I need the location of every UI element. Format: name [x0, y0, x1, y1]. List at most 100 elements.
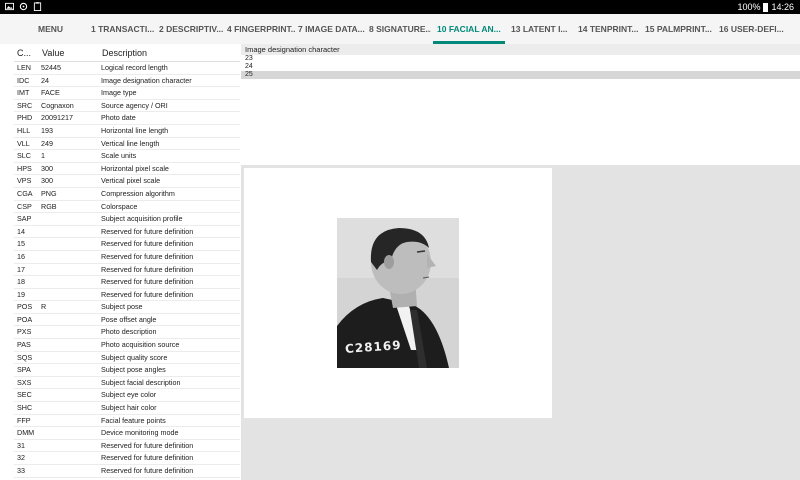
- table-row[interactable]: VPS 300 Vertical pixel scale: [14, 175, 240, 188]
- tab-descriptive[interactable]: 2 DESCRIPTIV...: [159, 14, 225, 44]
- field-value: PNG: [41, 188, 57, 198]
- value-list-item[interactable]: 24: [241, 63, 800, 71]
- system-status: 100% 14:26: [737, 2, 794, 12]
- table-row[interactable]: IDC 24 Image designation character: [14, 75, 240, 88]
- clock: 14:26: [771, 2, 794, 12]
- tab-signature[interactable]: 8 SIGNATURE...: [369, 14, 431, 44]
- column-header-value[interactable]: Value: [38, 44, 98, 61]
- sync-notification-icon: [19, 2, 28, 11]
- table-row[interactable]: IMT FACE Image type: [14, 87, 240, 100]
- tab-palmprint[interactable]: 15 PALMPRINT...: [645, 14, 713, 44]
- field-value: [38, 264, 98, 276]
- photo-card: C28169: [244, 168, 552, 418]
- table-row[interactable]: 17 Reserved for future definition: [14, 264, 240, 277]
- field-description: Compression algorithm: [101, 188, 175, 198]
- field-value: [38, 415, 98, 427]
- tab-transaction[interactable]: 1 TRANSACTI...: [91, 14, 157, 44]
- tab-latent-image[interactable]: 13 LATENT I...: [511, 14, 569, 44]
- field-code: VLL: [17, 138, 30, 148]
- table-row[interactable]: HLL 193 Horizontal line length: [14, 125, 240, 138]
- table-row[interactable]: POA Pose offset angle: [14, 314, 240, 327]
- field-description: Colorspace: [101, 201, 138, 211]
- field-code: HLL: [17, 125, 31, 135]
- table-row[interactable]: PHD 20091217 Photo date: [14, 112, 240, 125]
- field-value: 24: [41, 75, 49, 85]
- field-code: 15: [17, 239, 25, 249]
- field-code: PAS: [17, 340, 31, 350]
- table-row[interactable]: SAP Subject acquisition profile: [14, 213, 240, 226]
- value-list-item[interactable]: 23: [241, 55, 800, 63]
- field-code: 17: [17, 264, 25, 274]
- field-description: Photo acquisition source: [101, 340, 180, 350]
- record-tab-bar: MENU 1 TRANSACTI... 2 DESCRIPTIV... 4 FI…: [0, 14, 800, 44]
- field-value: [38, 402, 98, 414]
- table-row[interactable]: HPS 300 Horizontal pixel scale: [14, 163, 240, 176]
- field-code: PHD: [17, 113, 33, 123]
- field-description: Device monitoring mode: [101, 428, 179, 438]
- field-value: [38, 326, 98, 338]
- table-row[interactable]: SHC Subject hair color: [14, 402, 240, 415]
- field-value: [38, 465, 98, 477]
- field-code: SAP: [17, 214, 32, 224]
- table-row[interactable]: SEC Subject eye color: [14, 389, 240, 403]
- field-description: Image designation character: [101, 75, 192, 85]
- table-row[interactable]: 32 Reserved for future definition: [14, 452, 240, 465]
- table-row[interactable]: CGA PNG Compression algorithm: [14, 188, 240, 201]
- field-code: 16: [17, 251, 25, 261]
- tab-fingerprint[interactable]: 4 FINGERPRINT...: [227, 14, 296, 44]
- table-row[interactable]: LEN 52445 Logical record length: [14, 62, 240, 75]
- table-row[interactable]: SQS Subject quality score: [14, 352, 240, 365]
- field-value: [38, 452, 98, 464]
- image-notification-icon: [5, 2, 14, 11]
- value-list-item[interactable]: 25: [241, 71, 800, 79]
- field-value: [38, 314, 98, 326]
- clipboard-notification-icon: [33, 2, 42, 11]
- field-value: FACE: [41, 88, 60, 98]
- table-row[interactable]: 16 Reserved for future definition: [14, 251, 240, 264]
- table-row[interactable]: 15 Reserved for future definition: [14, 238, 240, 251]
- subject-photo[interactable]: C28169: [337, 218, 459, 368]
- table-row[interactable]: PXS Photo description: [14, 326, 240, 340]
- table-row[interactable]: 31 Reserved for future definition: [14, 440, 240, 453]
- field-value: [38, 352, 98, 364]
- field-code: 19: [17, 289, 25, 299]
- field-code: 33: [17, 466, 25, 475]
- battery-percent: 100%: [737, 2, 761, 12]
- tab-menu[interactable]: MENU: [38, 14, 63, 44]
- field-description: Reserved for future definition: [101, 264, 194, 274]
- table-row[interactable]: 14 Reserved for future definition: [14, 226, 240, 239]
- field-code: POS: [17, 302, 33, 312]
- field-description: Reserved for future definition: [101, 453, 194, 463]
- table-row[interactable]: SRC Cognaxon Source agency / ORI: [14, 100, 240, 113]
- table-row[interactable]: PAS Photo acquisition source: [14, 339, 240, 352]
- table-row[interactable]: FFP Facial feature points: [14, 415, 240, 428]
- table-row[interactable]: 19 Reserved for future definition: [14, 289, 240, 302]
- table-row[interactable]: VLL 249 Vertical line length: [14, 138, 240, 151]
- field-code: SHC: [17, 403, 33, 413]
- field-value: 249: [41, 138, 53, 148]
- table-row[interactable]: 33 Reserved for future definition: [14, 465, 240, 478]
- column-header-code[interactable]: C...: [14, 44, 38, 61]
- table-row[interactable]: CSP RGB Colorspace: [14, 201, 240, 214]
- field-description: Reserved for future definition: [101, 289, 194, 299]
- tab-facial-analysis[interactable]: 10 FACIAL AN...: [437, 14, 503, 44]
- table-row[interactable]: 18 Reserved for future definition: [14, 276, 240, 289]
- table-row[interactable]: DMM Device monitoring mode: [14, 427, 240, 440]
- tab-image-data[interactable]: 7 IMAGE DATA...: [298, 14, 366, 44]
- notification-icons: [5, 2, 42, 11]
- field-value: 20091217: [41, 113, 73, 123]
- table-row[interactable]: SPA Subject pose angles: [14, 364, 240, 377]
- value-list: 23 24 25: [241, 55, 800, 79]
- field-description: Subject eye color: [101, 390, 157, 400]
- tab-tenprint[interactable]: 14 TENPRINT...: [578, 14, 640, 44]
- field-value: [38, 389, 98, 401]
- table-row[interactable]: SXS Subject facial description: [14, 377, 240, 390]
- field-code: SPA: [17, 365, 31, 375]
- column-header-description[interactable]: Description: [98, 44, 240, 61]
- table-row[interactable]: POS R Subject pose: [14, 301, 240, 314]
- field-value: [38, 238, 98, 250]
- table-row[interactable]: SLC 1 Scale units: [14, 150, 240, 163]
- tab-user-defined[interactable]: 16 USER-DEFI...: [719, 14, 800, 44]
- field-code: 18: [17, 277, 25, 287]
- field-code: DMM: [17, 428, 35, 438]
